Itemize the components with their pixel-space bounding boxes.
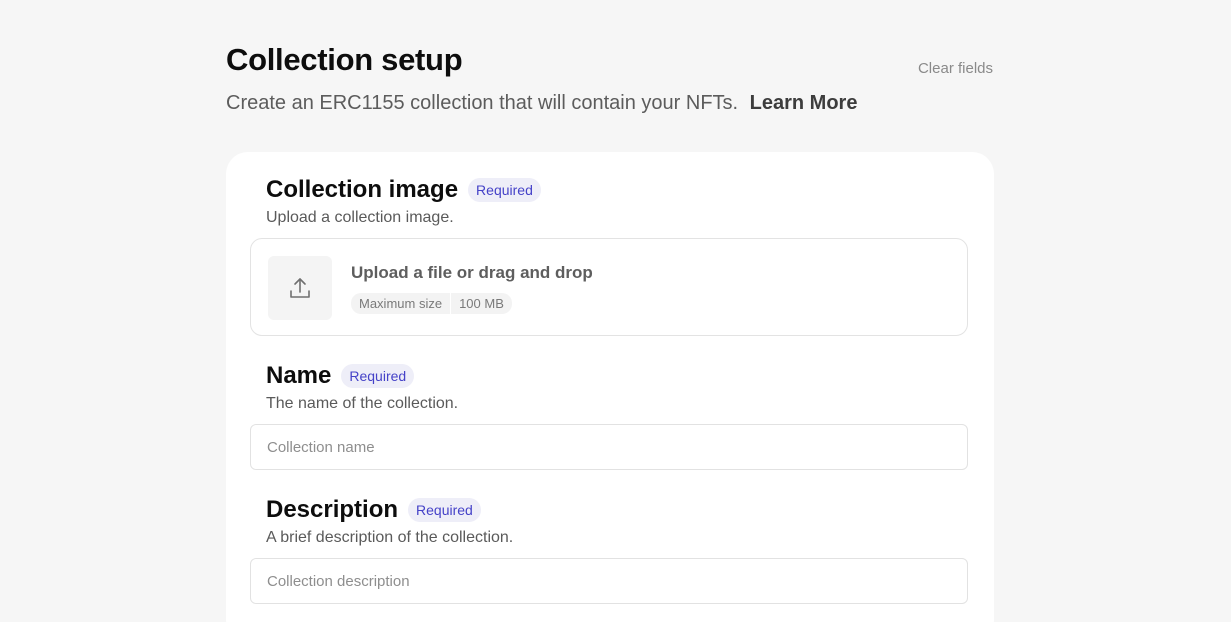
collection-image-header: Collection image Required xyxy=(266,176,541,204)
learn-more-link[interactable]: Learn More xyxy=(750,92,858,114)
subtitle-text: Create an ERC1155 collection that will c… xyxy=(226,92,739,114)
page-subtitle: Create an ERC1155 collection that will c… xyxy=(226,92,857,115)
name-description: The name of the collection. xyxy=(266,395,459,412)
max-size-value: 100 MB xyxy=(450,293,512,314)
upload-icon xyxy=(290,278,310,298)
page-title: Collection setup xyxy=(226,42,463,77)
required-badge: Required xyxy=(341,364,415,388)
upload-label: Upload a file or drag and drop xyxy=(351,263,593,282)
image-upload-dropzone[interactable]: Upload a file or drag and drop Maximum s… xyxy=(250,238,968,336)
description-title: Description xyxy=(266,496,399,523)
name-header: Name Required xyxy=(266,362,415,390)
collection-description-input[interactable] xyxy=(250,558,968,604)
description-description: A brief description of the collection. xyxy=(266,529,514,546)
description-header: Description Required xyxy=(266,496,481,524)
required-badge: Required xyxy=(408,498,481,522)
collection-name-input[interactable] xyxy=(250,424,968,470)
upload-icon-container xyxy=(268,256,332,320)
required-badge: Required xyxy=(468,178,541,202)
max-size-info: Maximum size 100 MB xyxy=(351,293,512,314)
collection-image-title: Collection image xyxy=(266,176,459,203)
max-size-label: Maximum size xyxy=(359,296,443,311)
collection-image-description: Upload a collection image. xyxy=(266,209,454,226)
collection-setup-page: Collection setup Clear fields Create an … xyxy=(0,0,1231,622)
clear-fields-button[interactable]: Clear fields xyxy=(918,60,993,77)
name-title: Name xyxy=(266,362,332,389)
form-card: Collection image Required Upload a colle… xyxy=(226,152,994,622)
